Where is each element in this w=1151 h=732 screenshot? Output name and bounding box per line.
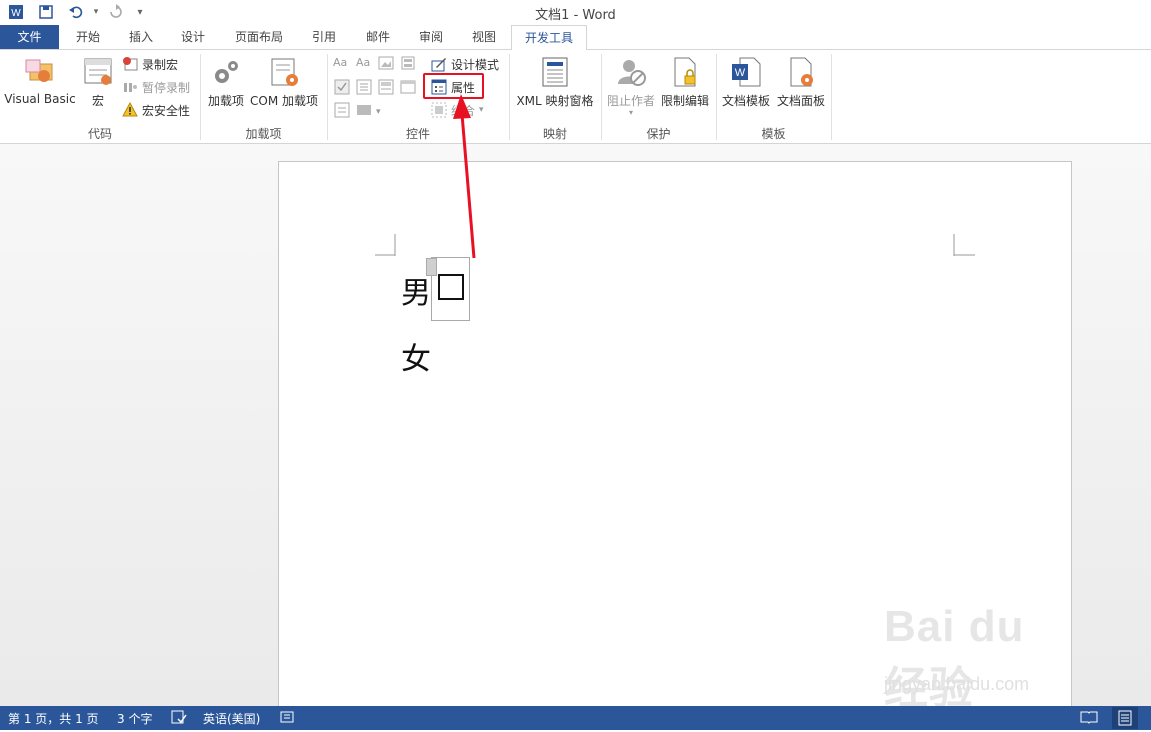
block-authors-dropdown-icon: ▾ <box>628 108 633 117</box>
content-control-handle[interactable] <box>426 258 437 276</box>
group-label-code: 代码 <box>87 127 112 141</box>
legacy-tools-icon[interactable]: ▾ <box>356 102 384 121</box>
ribbon: Visual Basic 宏 录制宏 暂停录制 宏安全性 代码 加载项 COM … <box>0 50 1151 144</box>
design-mode-button[interactable]: 设计模式 <box>431 54 499 74</box>
building-block-control-icon[interactable] <box>400 56 416 73</box>
group-label-addins: 加载项 <box>245 127 282 141</box>
pause-recording-label: 暂停录制 <box>142 80 191 95</box>
visual-basic-label: Visual Basic <box>4 92 76 106</box>
document-template-label: 文档模板 <box>721 94 770 108</box>
lock-document-icon <box>669 56 701 88</box>
page-count[interactable]: 第 1 页，共 1 页 <box>8 710 99 727</box>
status-bar: 第 1 页，共 1 页 3 个字 英语(美国) <box>0 706 1151 730</box>
tab-home[interactable]: 开始 <box>62 25 114 49</box>
warning-icon <box>122 101 138 118</box>
gear-icon <box>210 56 242 88</box>
visual-basic-icon <box>24 56 56 88</box>
xml-mapping-icon <box>539 56 571 88</box>
document-page[interactable]: 男 女 Bai du 经验 jingyan.baidu.com <box>278 161 1072 713</box>
tab-references[interactable]: 引用 <box>298 25 350 49</box>
pause-recording-button[interactable]: 暂停录制 <box>122 77 190 97</box>
com-addins-label: COM 加载项 <box>250 94 318 108</box>
title-bar: W ▾ ▾ 文档1 - Word <box>0 0 1151 25</box>
tab-insert[interactable]: 插入 <box>116 25 166 49</box>
picture-control-icon[interactable] <box>378 56 394 73</box>
dropdown-list-control-icon[interactable] <box>378 79 394 98</box>
block-authors-label: 阻止作者 <box>606 94 655 108</box>
tab-page-layout[interactable]: 页面布局 <box>222 25 296 49</box>
document-panel-label: 文档面板 <box>776 94 825 108</box>
document-template-button[interactable]: W 文档模板 <box>720 56 772 109</box>
macro-recording-icon[interactable] <box>279 709 295 728</box>
watermark-text: Bai du 经验 <box>884 602 1025 713</box>
repeating-section-control-icon[interactable] <box>334 102 356 121</box>
macros-icon <box>82 56 114 88</box>
tab-mailings[interactable]: 邮件 <box>352 25 404 49</box>
margin-corner-mark <box>375 234 396 256</box>
plain-text-control-icon[interactable]: Aa <box>356 56 370 69</box>
annotation-arrow <box>453 94 476 259</box>
block-authors-icon <box>615 56 647 88</box>
com-addins-icon <box>268 56 300 88</box>
restrict-editing-label: 限制编辑 <box>660 94 709 108</box>
print-layout-button[interactable] <box>1112 707 1138 729</box>
rich-text-control-icon[interactable]: Aa <box>333 56 347 69</box>
word-count[interactable]: 3 个字 <box>117 710 152 727</box>
design-mode-label: 设计模式 <box>451 57 500 72</box>
tab-design[interactable]: 设计 <box>168 25 218 49</box>
tab-review[interactable]: 审阅 <box>405 25 457 49</box>
tab-file[interactable]: 文件 <box>0 25 59 49</box>
visual-basic-button[interactable]: Visual Basic <box>4 56 76 106</box>
ribbon-tabs: 文件 开始 插入 设计 页面布局 引用 邮件 审阅 视图 开发工具 <box>0 25 1151 51</box>
record-macro-button[interactable]: 录制宏 <box>122 54 178 74</box>
group-label-protect: 保护 <box>646 127 671 141</box>
document-panel-icon <box>785 56 817 88</box>
group-divider <box>831 54 832 140</box>
com-addins-button[interactable]: COM 加载项 <box>248 56 320 109</box>
restrict-editing-button[interactable]: 限制编辑 <box>659 56 711 109</box>
group-label-templates: 模板 <box>761 127 786 141</box>
combo-box-control-icon[interactable] <box>356 79 372 98</box>
macro-security-label: 宏安全性 <box>142 103 191 118</box>
block-authors-button[interactable]: 阻止作者 ▾ <box>605 56 657 117</box>
svg-text:▾: ▾ <box>376 106 381 116</box>
watermark-url: jingyan.baidu.com <box>884 674 1030 694</box>
macros-button[interactable]: 宏 <box>80 56 116 109</box>
group-label-mapping: 映射 <box>542 127 567 141</box>
tab-developer[interactable]: 开发工具 <box>511 25 587 51</box>
addins-button[interactable]: 加载项 <box>206 56 246 109</box>
proofing-icon[interactable] <box>171 709 187 728</box>
checkbox-icon[interactable] <box>438 274 464 300</box>
xml-mapping-label: XML 映射窗格 <box>516 94 594 108</box>
checkbox-control-icon[interactable] <box>334 79 350 98</box>
record-macro-label: 录制宏 <box>142 57 179 72</box>
addins-label: 加载项 <box>207 94 244 108</box>
pause-icon <box>122 79 138 95</box>
design-mode-icon <box>431 56 447 72</box>
macro-security-button[interactable]: 宏安全性 <box>122 100 190 120</box>
document-text-line[interactable]: 女 <box>401 334 431 378</box>
read-mode-icon[interactable] <box>1080 709 1098 728</box>
window-title: 文档1 - Word <box>535 8 616 23</box>
document-template-icon: W <box>730 56 762 88</box>
record-macro-icon <box>122 56 138 72</box>
macros-label: 宏 <box>91 94 104 108</box>
margin-corner-mark <box>953 234 975 256</box>
language-indicator[interactable]: 英语(美国) <box>203 710 260 727</box>
xml-mapping-pane-button[interactable]: XML 映射窗格 <box>513 56 597 109</box>
print-layout-icon <box>1118 710 1132 726</box>
date-picker-control-icon[interactable] <box>400 79 416 98</box>
svg-text:W: W <box>735 67 746 79</box>
document-panel-button[interactable]: 文档面板 <box>774 56 828 109</box>
tab-view[interactable]: 视图 <box>458 25 510 49</box>
